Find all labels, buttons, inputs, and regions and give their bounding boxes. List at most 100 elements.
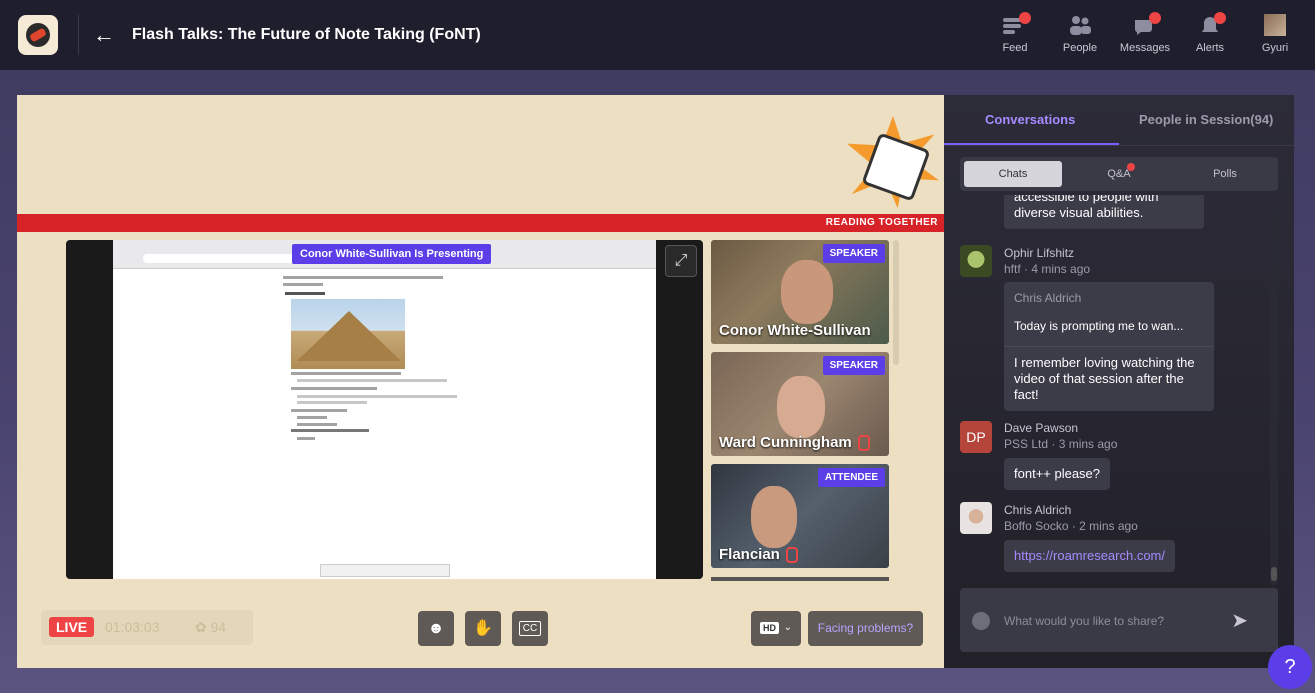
doc-line xyxy=(291,387,377,390)
bell-icon xyxy=(1198,12,1226,36)
paw-icon: ✿ xyxy=(195,619,211,635)
avatar xyxy=(960,245,992,277)
participant-face xyxy=(751,486,797,548)
banner-band xyxy=(17,214,944,232)
chat-message: font++ please? xyxy=(1004,458,1111,490)
nav-messages[interactable]: Messages xyxy=(1115,12,1175,54)
help-button[interactable]: ? xyxy=(1268,645,1312,689)
send-icon[interactable]: ➤ xyxy=(1231,608,1248,633)
facing-problems-button[interactable]: Facing problems? xyxy=(808,611,923,646)
doc-line xyxy=(291,372,401,375)
notification-dot xyxy=(1214,12,1226,24)
doc-line xyxy=(297,401,367,404)
user-name: Chris Aldrich xyxy=(1004,503,1072,517)
hand-icon: ✋ xyxy=(473,620,493,637)
active-tab-indicator xyxy=(944,143,1119,145)
message-text: I remember loving watching the video of … xyxy=(1014,355,1195,402)
people-icon xyxy=(1068,14,1092,36)
subtab-polls[interactable]: Polls xyxy=(1176,161,1274,187)
presenting-label: Conor White-Sullivan Is Presenting xyxy=(292,244,492,264)
chat-scrollbar[interactable] xyxy=(1270,200,1278,585)
fullscreen-icon[interactable]: ⤢ xyxy=(665,245,697,277)
notification-dot xyxy=(1127,163,1135,171)
doc-line xyxy=(297,395,457,398)
subtab-qa[interactable]: Q&A xyxy=(1070,161,1168,187)
participant-name: Conor White-Sullivan xyxy=(719,321,879,340)
quoted-author: Chris Aldrich xyxy=(1014,291,1082,305)
scroll-thumb[interactable] xyxy=(1271,567,1277,581)
nav-alerts[interactable]: Alerts xyxy=(1180,12,1240,54)
avatar xyxy=(960,502,992,534)
nav-people[interactable]: People xyxy=(1050,12,1110,54)
top-bar: ← Flash Talks: The Future of Note Taking… xyxy=(0,0,1315,70)
tab-people-in-session[interactable]: People in Session(94) xyxy=(1139,112,1273,127)
banner-text: READING TOGETHER xyxy=(825,217,938,228)
chat-feed: accessible to people with diverse visual… xyxy=(944,195,1274,580)
participant-name: Ward Cunningham xyxy=(719,433,879,452)
doc-line xyxy=(297,379,447,382)
link-message[interactable]: https://roamresearch.com/ xyxy=(1004,540,1175,572)
message-meta: hftf · 4 mins ago xyxy=(1004,262,1091,276)
video-tile[interactable]: SPEAKER Ward Cunningham xyxy=(711,352,889,456)
session-timer: 01:03:03 xyxy=(105,619,160,635)
emoji-button[interactable]: ☻ xyxy=(418,611,454,646)
sharing-notice-bar[interactable] xyxy=(320,564,450,577)
pyramid-image xyxy=(291,299,405,369)
participant-name-text: Flancian xyxy=(719,546,780,563)
video-tile[interactable]: ATTENDEE Flancian xyxy=(711,464,889,568)
app-logo[interactable] xyxy=(18,15,58,55)
participant-name-text: Conor White-Sullivan xyxy=(719,322,871,339)
doc-line xyxy=(297,437,315,440)
viewer-count: ✿ 94 xyxy=(195,619,226,636)
live-badge: LIVE xyxy=(49,617,95,637)
captions-button[interactable]: CC xyxy=(512,611,548,646)
sub-tabs: Chats Q&A Polls xyxy=(960,157,1278,191)
cc-icon: CC xyxy=(518,621,542,636)
doc-line xyxy=(283,276,443,279)
chevron-down-icon: ⌄ xyxy=(783,622,792,633)
doc-line xyxy=(291,409,347,412)
video-tile[interactable]: SPEAKER Conor White-Sullivan xyxy=(711,240,889,344)
quality-select[interactable]: HD ⌄ xyxy=(751,611,801,646)
nav-feed[interactable]: Feed xyxy=(985,12,1045,54)
doc-line xyxy=(297,423,337,426)
role-badge: SPEAKER xyxy=(822,356,885,375)
subtab-chats[interactable]: Chats xyxy=(964,161,1062,187)
screen-share[interactable]: Conor White-Sullivan Is Presenting ⤢ xyxy=(66,240,703,579)
help-icon: ? xyxy=(1284,656,1296,678)
participant-name: Flancian xyxy=(719,545,879,564)
event-logo xyxy=(843,100,943,210)
message-meta: PSS Ltd · 3 mins ago xyxy=(1004,437,1118,451)
nav-label: Feed xyxy=(1002,42,1028,54)
chat-message: Chris Aldrich Today is prompting me to w… xyxy=(1004,282,1214,411)
participant-name-text: Ward Cunningham xyxy=(719,434,852,451)
stage: READING TOGETHER Conor White-Sullivan Is… xyxy=(17,95,944,668)
nav-profile[interactable]: Gyuri xyxy=(1245,12,1305,54)
raise-hand-button[interactable]: ✋ xyxy=(465,611,501,646)
role-badge: SPEAKER xyxy=(822,244,885,263)
feed-icon xyxy=(1003,12,1031,36)
quoted-text: Today is prompting me to wan... xyxy=(1014,319,1184,333)
emoji-icon[interactable] xyxy=(972,612,990,630)
messages-icon xyxy=(1133,12,1161,36)
smile-icon: ☻ xyxy=(427,620,445,637)
logo-mark xyxy=(26,23,50,47)
nav-label: People xyxy=(1062,42,1098,54)
doc-line xyxy=(283,283,323,286)
notification-dot xyxy=(1019,12,1031,24)
participant-face xyxy=(781,260,833,324)
avatar: DP xyxy=(960,421,992,453)
message-input[interactable] xyxy=(1002,608,1216,634)
message-composer: ➤ xyxy=(960,588,1278,652)
session-status: LIVE 01:03:03 ✿ 94 xyxy=(41,610,253,645)
tab-conversations[interactable]: Conversations xyxy=(985,112,1075,127)
hd-label: HD xyxy=(760,622,779,634)
doc-line xyxy=(285,292,325,295)
nav-label: Messages xyxy=(1119,42,1171,54)
muted-mic-icon xyxy=(857,435,870,452)
nav-label: Alerts xyxy=(1195,42,1225,54)
back-arrow-icon[interactable]: ← xyxy=(92,22,116,48)
avatar xyxy=(1264,14,1286,36)
muted-mic-icon xyxy=(785,547,798,564)
tiles-scrollbar[interactable] xyxy=(893,240,899,365)
